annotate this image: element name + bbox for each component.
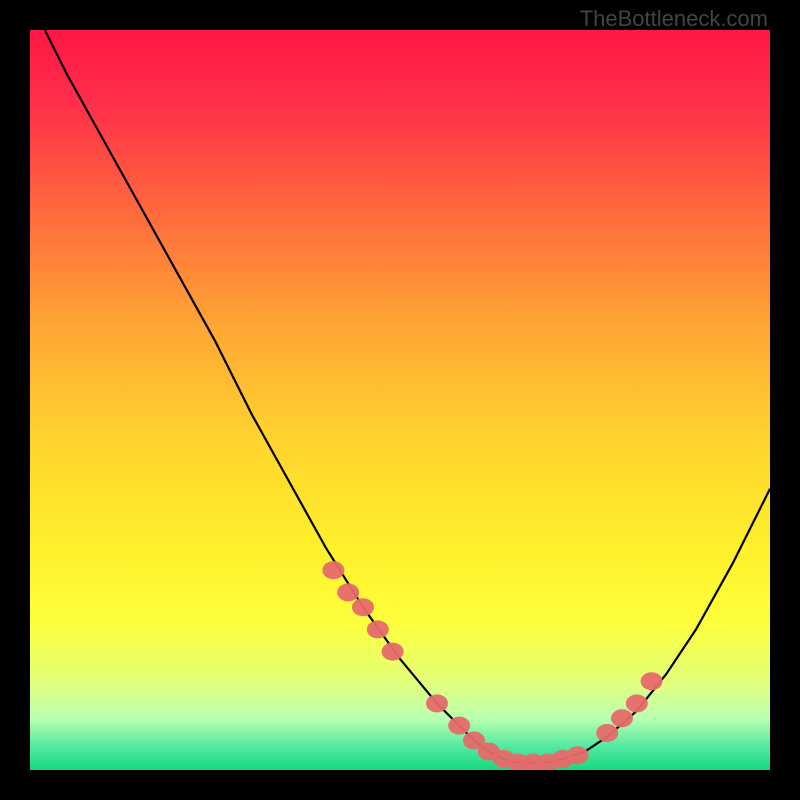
- watermark-text: TheBottleneck.com: [580, 6, 768, 32]
- chart-container: TheBottleneck.com: [0, 0, 800, 800]
- bottleneck-curve: [45, 30, 770, 763]
- curve-layer: [30, 30, 770, 770]
- plot-area: [30, 30, 770, 770]
- marker-band: [322, 561, 662, 770]
